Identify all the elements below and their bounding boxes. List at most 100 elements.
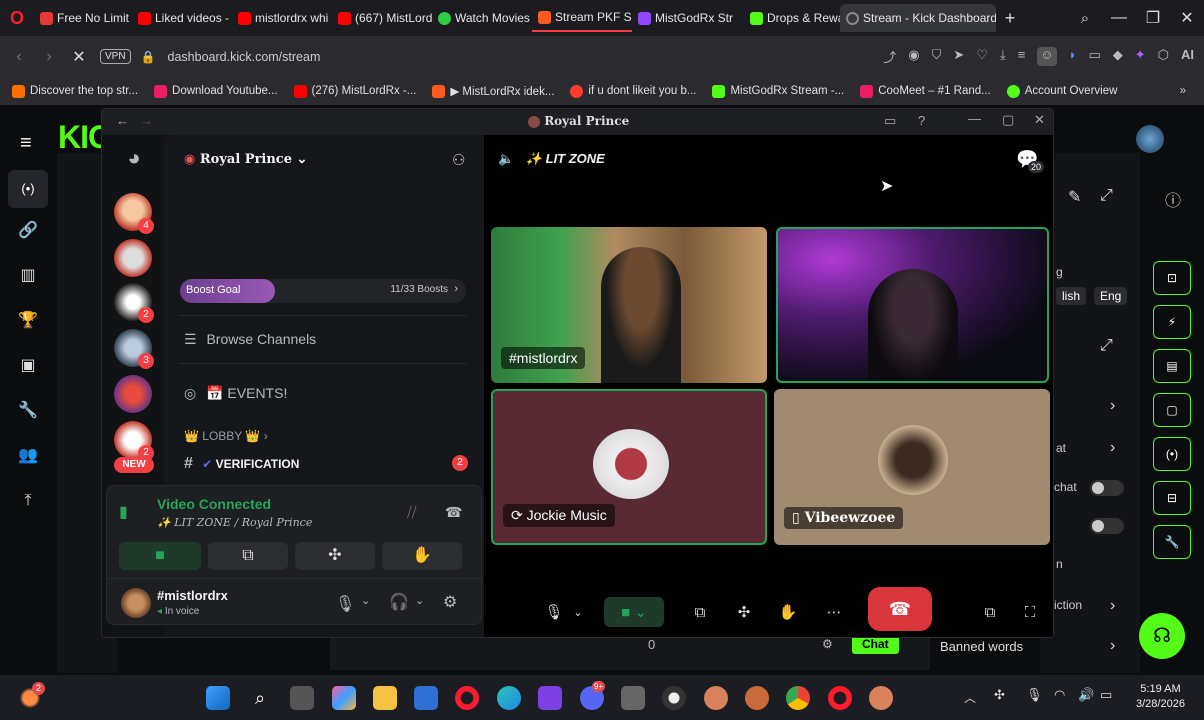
stream-icon[interactable]: (•) bbox=[8, 170, 48, 208]
activities-button[interactable]: ✣ bbox=[724, 597, 764, 627]
edit-icon[interactable]: ✎ bbox=[1068, 187, 1081, 207]
volume-icon[interactable]: 🔊 bbox=[1078, 687, 1094, 703]
activities-button[interactable]: ✣ bbox=[295, 542, 375, 570]
restore-icon[interactable]: ❐ bbox=[1136, 8, 1170, 28]
screen-share-button[interactable]: ⧉ bbox=[680, 597, 720, 627]
browser-tab[interactable]: (667) MistLord bbox=[332, 4, 432, 32]
channel-verification[interactable]: # ✔ VERIFICATION bbox=[184, 455, 299, 473]
download-icon[interactable]: ⤓ bbox=[1000, 47, 1006, 66]
category-lobby[interactable]: 👑 LOBBY 👑 › bbox=[184, 429, 268, 443]
noise-suppression-icon[interactable]: ⧸⧸ bbox=[407, 504, 417, 521]
file-explorer-icon[interactable] bbox=[373, 686, 397, 710]
quick-action-button[interactable]: (•) bbox=[1153, 437, 1191, 471]
bookmarks-overflow-icon[interactable]: » bbox=[1180, 85, 1186, 97]
browser-tab[interactable]: Liked videos - bbox=[132, 4, 232, 32]
camera-icon[interactable]: ◉ bbox=[908, 47, 919, 66]
support-chat-button[interactable]: ☊ bbox=[1139, 613, 1185, 659]
copilot-icon[interactable] bbox=[332, 686, 356, 710]
settings-icon[interactable]: ⚙ bbox=[443, 592, 457, 612]
voice-channel[interactable]: ✨ LIT ZONE / Royal Prince bbox=[157, 516, 312, 529]
browser-tab[interactable]: Watch Movies bbox=[432, 4, 532, 32]
inbox-icon[interactable]: ▭ bbox=[884, 113, 896, 129]
tray-app-icon[interactable]: ✣ bbox=[994, 687, 1005, 703]
user-avatar[interactable] bbox=[121, 588, 151, 618]
menu-icon[interactable]: ≡ bbox=[1018, 47, 1026, 66]
opera-gx-icon[interactable] bbox=[828, 686, 852, 710]
kick-avatar[interactable] bbox=[1136, 125, 1164, 153]
app-icon[interactable] bbox=[745, 686, 769, 710]
app-icon[interactable] bbox=[704, 686, 728, 710]
more-options-icon[interactable]: ⋯ bbox=[814, 597, 854, 627]
extension-icon[interactable]: ◗ bbox=[1069, 47, 1077, 66]
quick-action-button[interactable]: ▢ bbox=[1153, 393, 1191, 427]
mic-icon[interactable]: 🎙 bbox=[335, 594, 355, 614]
battery-icon[interactable]: ▭ bbox=[1100, 687, 1112, 703]
start-icon[interactable] bbox=[206, 686, 230, 710]
browser-tab[interactable]: Drops & Rewa bbox=[744, 4, 840, 32]
back-icon[interactable]: ← bbox=[116, 113, 129, 128]
quick-action-button[interactable]: ⊡ bbox=[1153, 261, 1191, 295]
camera-button[interactable]: ■ bbox=[119, 542, 201, 570]
participant-tile[interactable]: ⟳ Jockie Music bbox=[491, 389, 767, 545]
upload-icon[interactable]: ⤒ bbox=[8, 478, 48, 523]
info-icon[interactable]: ⓘ bbox=[1165, 187, 1181, 211]
extension-icon[interactable]: ◆ bbox=[1113, 47, 1123, 66]
shield-icon[interactable]: ⛉ bbox=[932, 47, 942, 66]
close-icon[interactable]: ✕ bbox=[1170, 8, 1204, 28]
headphones-icon[interactable]: 🎧 bbox=[389, 592, 409, 612]
server-icon[interactable] bbox=[114, 375, 152, 413]
settings-icon[interactable]: ⚙ bbox=[822, 637, 833, 651]
soundboard-button[interactable]: ✋ bbox=[382, 542, 462, 570]
users-icon[interactable]: 👥 bbox=[8, 433, 48, 478]
stop-loading-icon[interactable]: ✕ bbox=[64, 47, 94, 67]
language-option[interactable]: lish bbox=[1056, 287, 1087, 305]
browser-tab[interactable]: mistlordrx whi bbox=[232, 4, 332, 32]
browse-channels-item[interactable]: ☰ Browse Channels bbox=[184, 331, 316, 348]
new-tab-button[interactable]: + bbox=[996, 4, 1024, 32]
forward-icon[interactable]: › bbox=[34, 48, 64, 66]
tray-mic-icon[interactable]: 🎙 bbox=[1026, 687, 1043, 703]
chevron-right-icon[interactable]: › bbox=[1110, 439, 1115, 457]
maximize-icon[interactable]: ▢ bbox=[1002, 112, 1014, 128]
send-icon[interactable]: ➤ bbox=[953, 47, 964, 66]
camera-button[interactable]: ■ ⌄ bbox=[604, 597, 664, 627]
link-icon[interactable]: 🔗 bbox=[8, 208, 48, 253]
heart-icon[interactable]: ♡ bbox=[976, 47, 988, 66]
forward-icon[interactable]: → bbox=[140, 113, 153, 128]
participant-tile[interactable]: ▯ Vibeewzoee bbox=[774, 389, 1050, 545]
quick-action-button[interactable]: ⊟ bbox=[1153, 481, 1191, 515]
toggle-switch[interactable] bbox=[1090, 480, 1124, 496]
quick-action-button[interactable]: ▤ bbox=[1153, 349, 1191, 383]
browser-tab[interactable]: MistGodRx Str bbox=[632, 4, 744, 32]
language-option[interactable]: Eng bbox=[1094, 287, 1128, 305]
toolbar-icons[interactable]: ⤴ ◉ ⛉ ➤ ♡ ⤓ ≡ ☺ ◗ ▭ ◆ ✦ ⬡ AI bbox=[883, 47, 1194, 66]
back-icon[interactable]: ‹ bbox=[4, 48, 34, 66]
close-icon[interactable]: ✕ bbox=[1034, 112, 1045, 128]
share-icon[interactable]: ⤴ bbox=[883, 47, 896, 66]
camera-app-icon[interactable] bbox=[621, 686, 645, 710]
wrench-icon[interactable]: 🔧 bbox=[8, 388, 48, 433]
analytics-icon[interactable]: ▥ bbox=[8, 253, 48, 298]
browser-tab-active[interactable]: Stream - Kick Dashboard bbox=[840, 4, 996, 32]
toggle-switch[interactable] bbox=[1090, 518, 1124, 534]
fullscreen-icon[interactable]: ⛶ bbox=[1010, 597, 1050, 627]
app-icon[interactable] bbox=[869, 686, 893, 710]
vpn-badge[interactable]: VPN bbox=[100, 49, 131, 64]
video-icon[interactable]: ▣ bbox=[8, 343, 48, 388]
trophy-icon[interactable]: 🏆 bbox=[8, 298, 48, 343]
browser-tab[interactable]: Stream PKF S bbox=[532, 4, 632, 32]
bookmark-item[interactable]: Download Youtube... bbox=[146, 84, 286, 98]
url-field[interactable]: dashboard.kick.com/stream bbox=[168, 50, 728, 64]
task-view-icon[interactable] bbox=[290, 686, 314, 710]
popout-icon[interactable]: ⧉ bbox=[970, 597, 1010, 627]
bookmark-item[interactable]: CooMeet – #1 Rand... bbox=[852, 84, 999, 98]
screen-share-button[interactable]: ⧉ bbox=[208, 542, 288, 570]
video-tile[interactable]: #mistlordrx bbox=[491, 227, 767, 383]
extension-icon[interactable]: ▭ bbox=[1088, 47, 1100, 66]
chevron-right-icon[interactable]: › bbox=[1110, 597, 1115, 615]
search-icon[interactable]: ⌕ bbox=[248, 686, 272, 710]
minimize-icon[interactable]: — bbox=[1102, 9, 1136, 27]
chevron-down-icon[interactable]: ⌄ bbox=[568, 597, 588, 627]
chrome-icon[interactable] bbox=[786, 686, 810, 710]
expand-icon[interactable]: ⤢ bbox=[1100, 187, 1113, 205]
